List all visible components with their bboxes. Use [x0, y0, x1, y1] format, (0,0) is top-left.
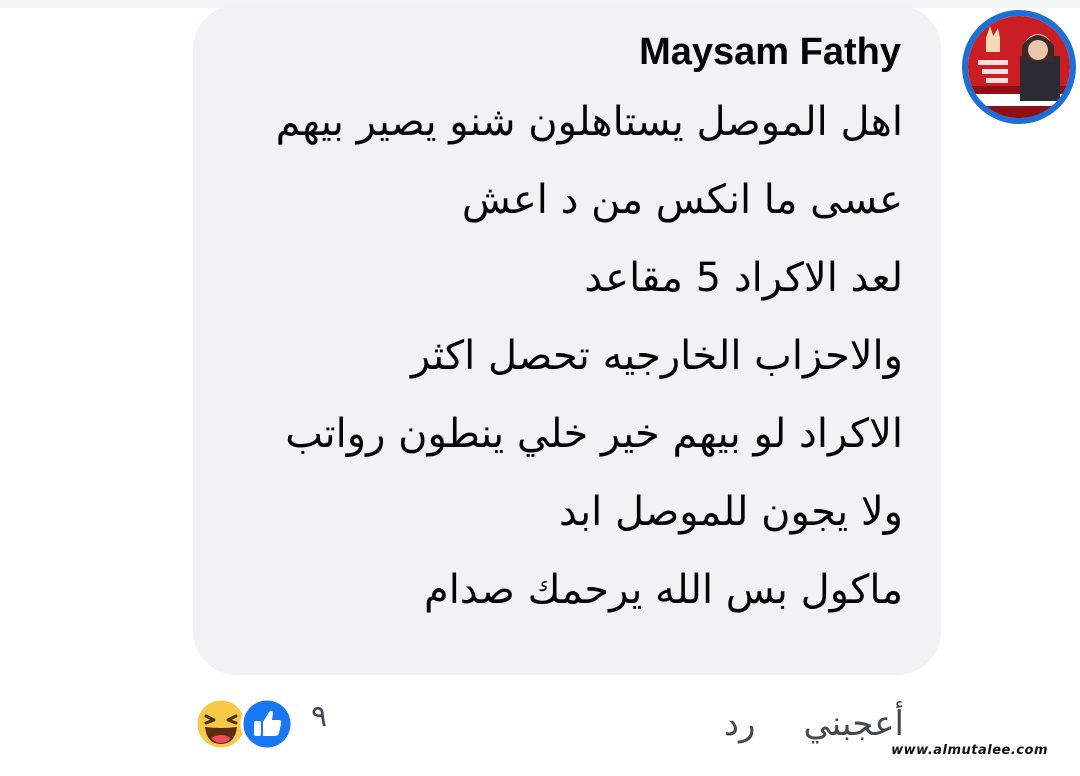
avatar-image-icon: [968, 16, 1070, 118]
comment-screenshot: Maysam Fathy اهل الموصل يستاهلون شنو يصي…: [0, 0, 1080, 776]
comment-line: الاكراد لو بيهم خير خلي ينطون رواتب: [285, 411, 903, 457]
reaction-count: ٩: [311, 699, 328, 734]
like-button[interactable]: أعجبني: [803, 704, 904, 744]
comment-author-name[interactable]: Maysam Fathy: [639, 31, 901, 74]
reply-button[interactable]: رد: [724, 704, 756, 744]
like-thumb-icon: [240, 697, 294, 751]
site-watermark: www.almutalee.com: [885, 741, 1054, 760]
comment-line: ولا يجون للموصل ابد: [559, 489, 903, 535]
comment-actions: أعجبني رد: [724, 704, 904, 744]
reaction-summary[interactable]: ٩: [193, 693, 353, 757]
comment-line: والاحزاب الخارجيه تحصل اكثر: [410, 333, 903, 379]
author-avatar[interactable]: [962, 10, 1076, 124]
comment-bubble: Maysam Fathy اهل الموصل يستاهلون شنو يصي…: [193, 5, 941, 675]
comment-line: اهل الموصل يستاهلون شنو يصير بيهم: [275, 99, 903, 145]
comment-line: لعد الاكراد 5 مقاعد: [584, 255, 903, 301]
comment-text: اهل الموصل يستاهلون شنو يصير بيهم عسى ما…: [223, 83, 903, 629]
comment-line: ماكول بس الله يرحمك صدام: [424, 567, 903, 613]
comment-line: عسى ما انكس من د اعش: [461, 177, 903, 223]
